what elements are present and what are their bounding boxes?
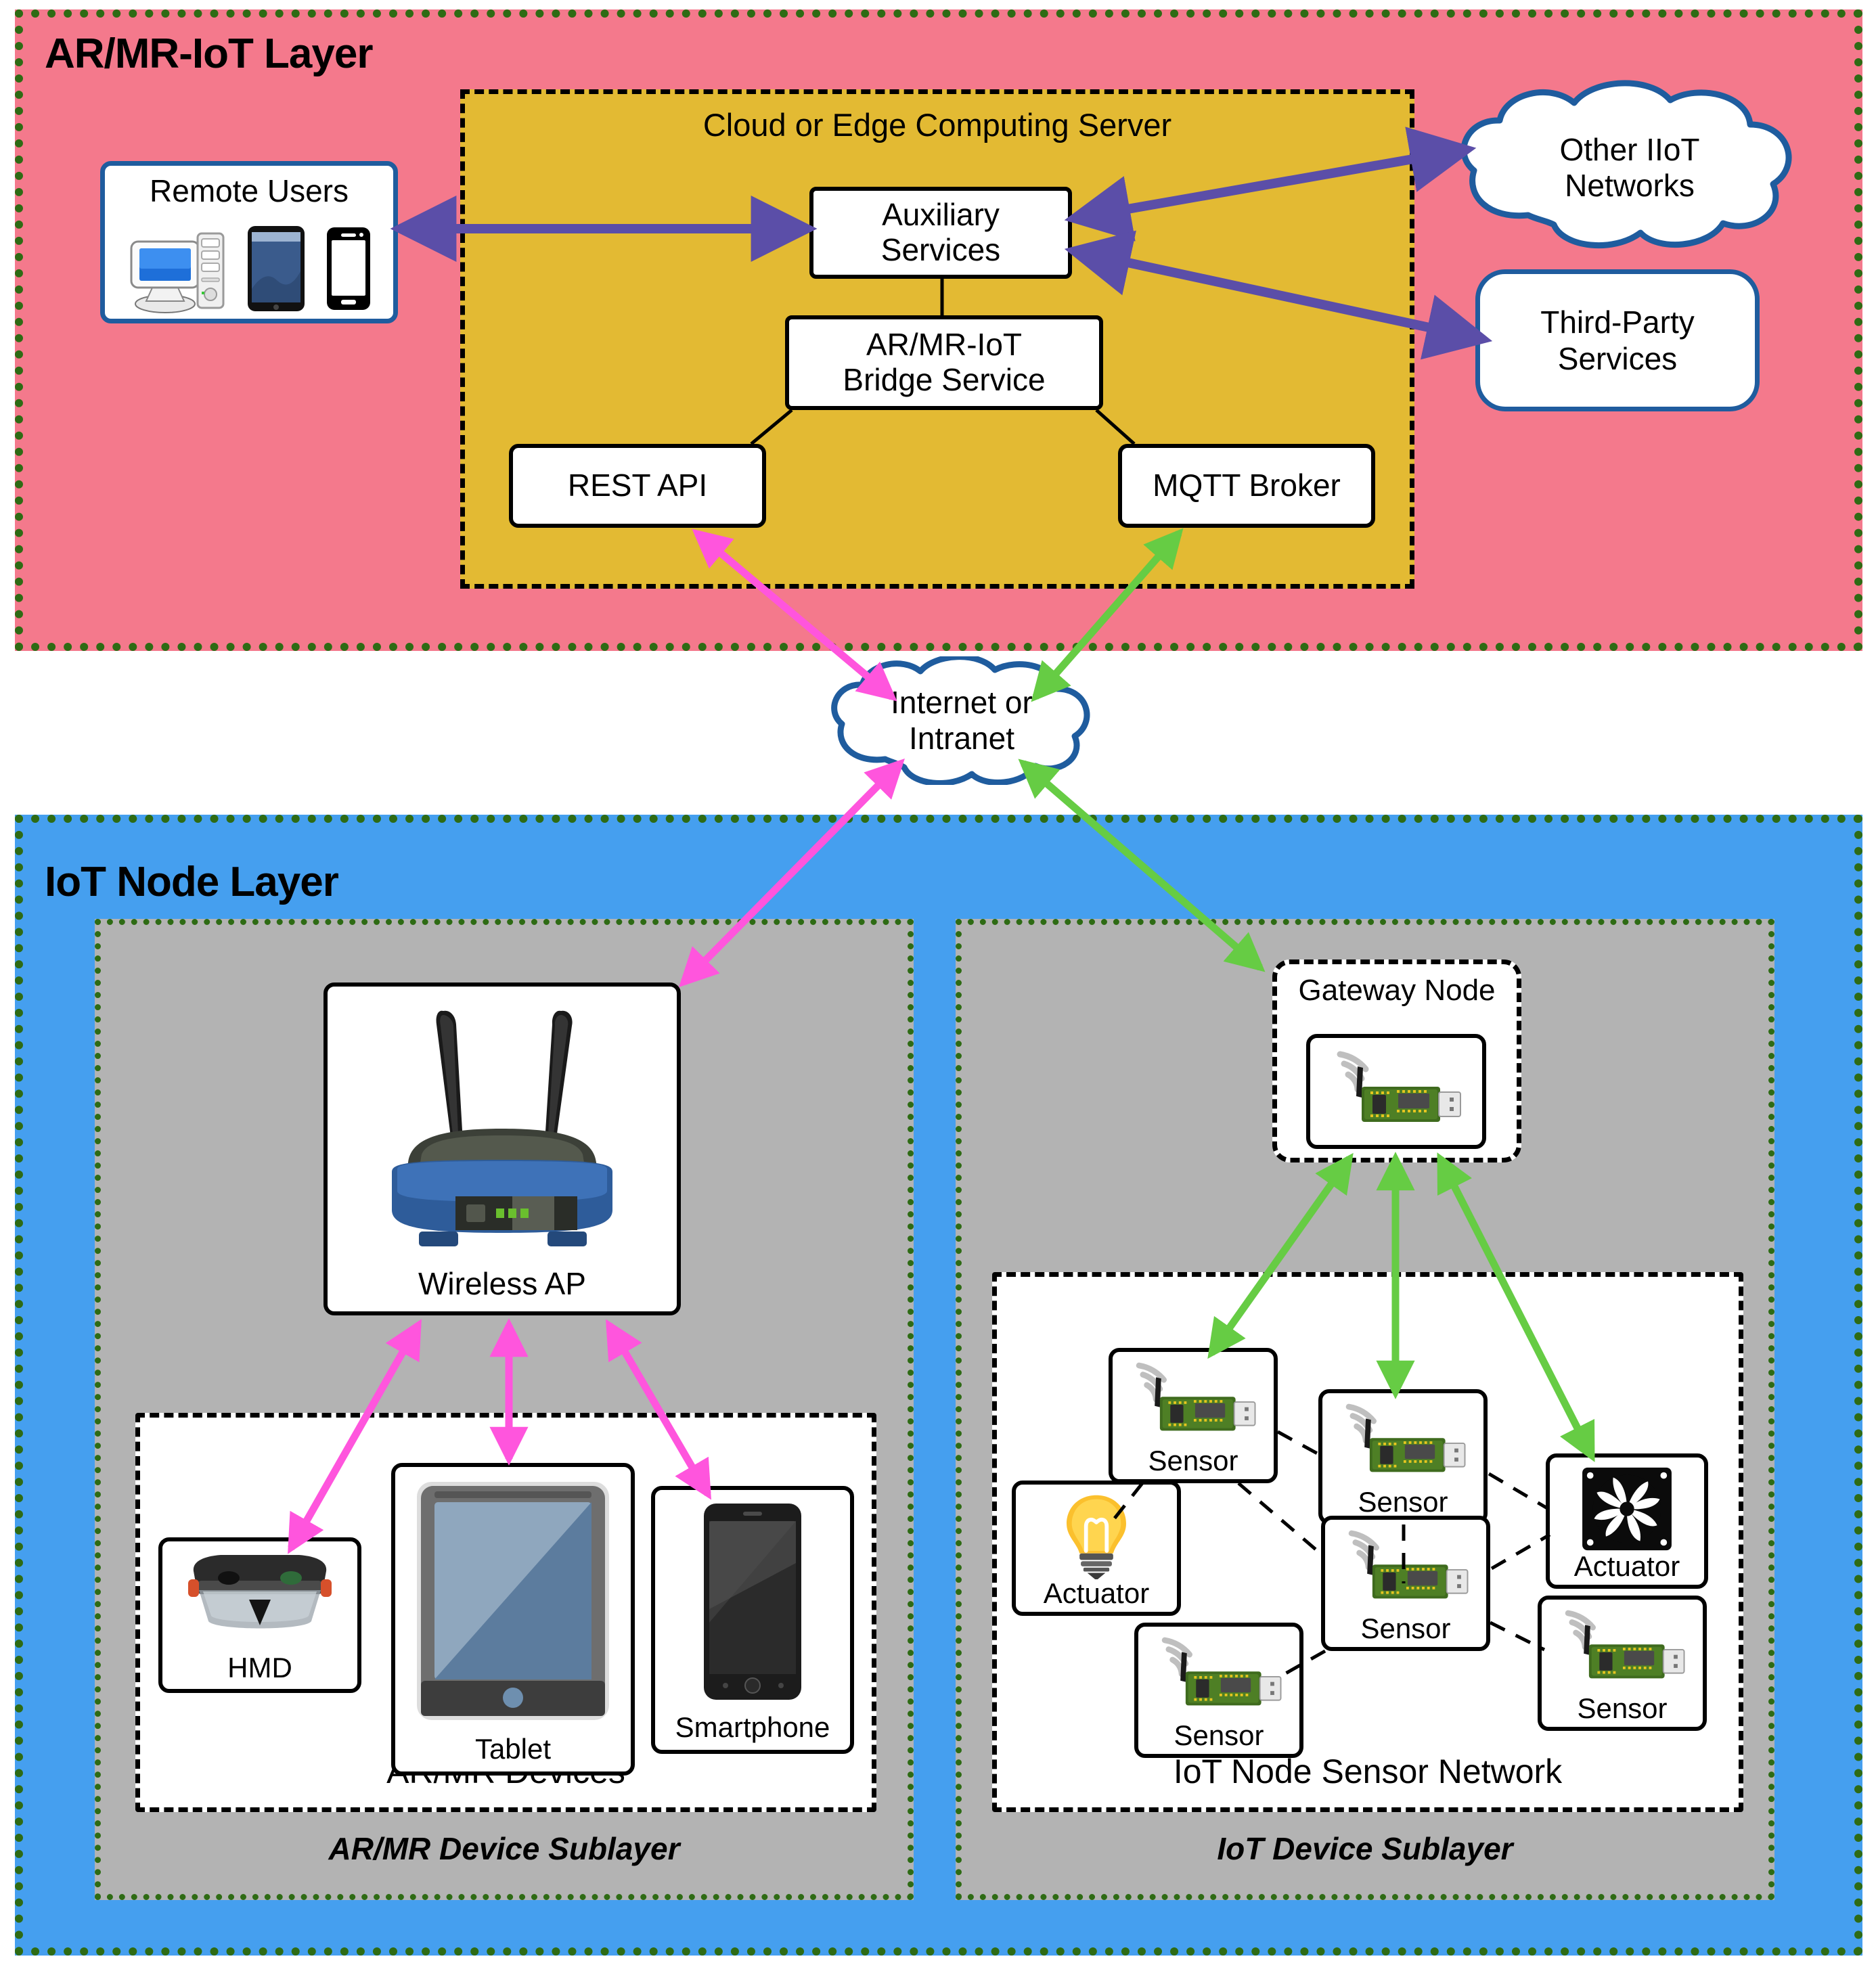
sensor-tile-5[interactable]: Sensor bbox=[1538, 1596, 1707, 1731]
sensor-label-4: Sensor bbox=[1174, 1719, 1264, 1751]
third-party-line1: Third-Party bbox=[1540, 304, 1695, 340]
cloud-edge-server-title: Cloud or Edge Computing Server bbox=[702, 107, 1172, 143]
hmd-headset-icon bbox=[188, 1555, 332, 1629]
ar-mr-device-sublayer-label: AR/MR Device Sublayer bbox=[328, 1831, 680, 1866]
smartphone-label: Smartphone bbox=[675, 1711, 830, 1743]
wireless-sensor-icon bbox=[1161, 1637, 1282, 1706]
bridge-service-box[interactable]: AR/MR-IoT Bridge Service bbox=[785, 315, 1103, 410]
other-iiot-line2: Networks bbox=[1565, 168, 1695, 203]
wireless-ap-label: Wireless AP bbox=[418, 1266, 586, 1301]
sensor-tile-4[interactable]: Sensor bbox=[1134, 1623, 1303, 1758]
ar-layer-title: AR/MR-IoT Layer bbox=[45, 30, 373, 77]
actuator-fan-label: Actuator bbox=[1573, 1550, 1680, 1582]
hmd-tile[interactable]: HMD bbox=[158, 1537, 361, 1693]
other-iiot-line1: Other IIoT bbox=[1559, 132, 1700, 168]
light-bulb-actuator-icon bbox=[1067, 1495, 1126, 1579]
sensor-label-3: Sensor bbox=[1360, 1612, 1451, 1644]
tablet-device-icon bbox=[417, 1482, 609, 1720]
hmd-label: HMD bbox=[227, 1652, 292, 1684]
remote-users-label: Remote Users bbox=[150, 173, 349, 208]
tablet-icon bbox=[248, 226, 305, 311]
wireless-sensor-icon bbox=[1345, 1403, 1466, 1472]
gateway-device-tile[interactable] bbox=[1306, 1034, 1486, 1149]
auxiliary-services-line2: Services bbox=[880, 232, 1001, 267]
wireless-router-icon bbox=[392, 1010, 612, 1246]
other-iiot-networks-cloud[interactable]: Other IIoT Networks bbox=[1447, 80, 1812, 256]
wireless-sensor-icon bbox=[1348, 1530, 1469, 1599]
internet-line2: Intranet bbox=[909, 721, 1014, 756]
actuator-bulb-label: Actuator bbox=[1043, 1577, 1150, 1609]
sensor-label-1: Sensor bbox=[1148, 1445, 1238, 1476]
wireless-ap-tile[interactable]: Wireless AP bbox=[323, 982, 681, 1315]
tablet-tile[interactable]: Tablet bbox=[391, 1463, 635, 1776]
internet-line1: Internet or bbox=[891, 685, 1033, 721]
rest-api-box[interactable]: REST API bbox=[509, 444, 766, 528]
bridge-service-line2: Bridge Service bbox=[843, 362, 1046, 397]
sensor-tile-3[interactable]: Sensor bbox=[1321, 1516, 1490, 1651]
fan-actuator-icon bbox=[1582, 1467, 1672, 1551]
auxiliary-services-line1: Auxiliary bbox=[882, 197, 1000, 233]
wireless-sensor-icon bbox=[1136, 1362, 1256, 1431]
actuator-fan-tile[interactable]: Actuator bbox=[1546, 1453, 1708, 1589]
remote-users-box: Remote Users bbox=[100, 161, 398, 323]
actuator-bulb-tile[interactable]: Actuator bbox=[1012, 1481, 1181, 1616]
desktop-computer-icon bbox=[130, 232, 225, 313]
third-party-services-box[interactable]: Third-Party Services bbox=[1475, 269, 1760, 411]
sensor-label-5: Sensor bbox=[1577, 1692, 1668, 1724]
smartphone-tile[interactable]: Smartphone bbox=[651, 1486, 854, 1754]
sensor-tile-1[interactable]: Sensor bbox=[1109, 1348, 1278, 1483]
wireless-sensor-icon bbox=[1337, 1051, 1461, 1122]
third-party-line2: Services bbox=[1557, 341, 1678, 376]
mqtt-broker-box[interactable]: MQTT Broker bbox=[1118, 444, 1375, 528]
smartphone-icon bbox=[327, 227, 370, 310]
bridge-service-line1: AR/MR-IoT bbox=[866, 327, 1022, 363]
auxiliary-services-box[interactable]: Auxiliary Services bbox=[809, 187, 1072, 279]
architecture-diagram: AR/MR-IoT Layer Remote Users Cloud or Ed… bbox=[0, 0, 1876, 1965]
sensor-tile-2[interactable]: Sensor bbox=[1318, 1389, 1488, 1524]
iot-device-sublayer-label: IoT Device Sublayer bbox=[1217, 1831, 1513, 1866]
iot-layer-title: IoT Node Layer bbox=[45, 859, 339, 905]
gateway-node-label: Gateway Node bbox=[1298, 974, 1496, 1007]
wireless-sensor-icon bbox=[1565, 1610, 1685, 1679]
iot-node-sensor-network-label: IoT Node Sensor Network bbox=[1173, 1753, 1563, 1790]
sensor-label-2: Sensor bbox=[1358, 1486, 1448, 1518]
smartphone-device-icon bbox=[704, 1504, 801, 1700]
internet-or-intranet-cloud[interactable]: Internet or Intranet bbox=[820, 656, 1103, 785]
tablet-label: Tablet bbox=[474, 1733, 552, 1765]
